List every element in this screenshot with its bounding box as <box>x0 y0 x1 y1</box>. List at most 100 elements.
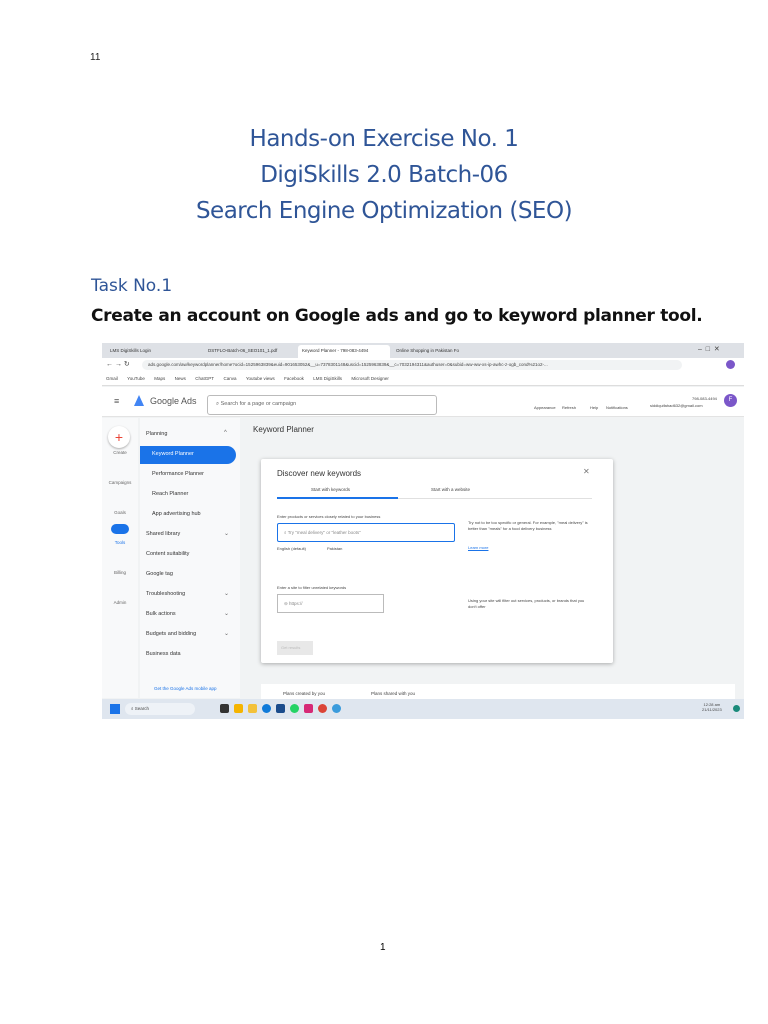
whatsapp-icon[interactable] <box>290 704 299 713</box>
page-title: Keyword Planner <box>253 425 314 434</box>
bookmark[interactable]: Maps <box>154 376 165 381</box>
title-line-3: Search Engine Optimization (SEO) <box>195 198 573 224</box>
weather-icon[interactable] <box>234 704 243 713</box>
dialog-title: Discover new keywords <box>277 469 362 478</box>
taskbar-apps <box>220 704 346 713</box>
nav-bulk-actions[interactable]: Bulk actions <box>146 611 176 617</box>
plans-panel: Plans created by you Plans shared with y… <box>261 684 735 699</box>
clock[interactable]: 12:28 am 21/11/2023 <box>702 702 722 712</box>
address-bar-row: ← → ↻ ads.google.com/aw/keywordplanner/h… <box>102 358 744 372</box>
left-rail: + Create Campaigns Goals Tools Billing A… <box>102 418 138 698</box>
keywords-placeholder: Try "meal delivery" or "leather boots" <box>287 530 361 535</box>
taskbar-search[interactable]: ⌕ Search <box>125 703 195 715</box>
bookmark[interactable]: Facebook <box>284 376 304 381</box>
task-label: Task No.1 <box>91 276 173 296</box>
nav-arrows-icon[interactable]: ← → ↻ <box>106 360 130 368</box>
title-line-1: Hands-on Exercise No. 1 <box>249 126 519 152</box>
window-controls-icon[interactable]: – □ ✕ <box>698 345 720 353</box>
site-filter-input[interactable]: ⊖ https:// <box>277 594 384 613</box>
bookmarks-bar: Gmail YouTube Maps News ChatGPT Canva Yo… <box>102 372 744 386</box>
tab-start-with-keywords[interactable]: Start with keywords <box>311 487 350 492</box>
browser-tab-active[interactable]: Keyword Planner - 798-083-4494 <box>298 345 390 358</box>
instagram-icon[interactable] <box>304 704 313 713</box>
bookmark[interactable]: Microsoft Designer <box>351 376 389 381</box>
notifications-button[interactable]: Notifications <box>606 405 628 410</box>
nav-shared-library[interactable]: Shared library <box>146 531 180 537</box>
bookmark[interactable]: LMS DigiSkills <box>313 376 342 381</box>
tools-icon[interactable] <box>111 524 129 534</box>
store-icon[interactable] <box>276 704 285 713</box>
keywords-hint: Try not to be too specific or general. F… <box>468 520 588 531</box>
tab-start-with-website[interactable]: Start with a website <box>431 487 470 492</box>
close-icon[interactable]: ✕ <box>583 467 590 476</box>
screenshot: LMS DigiSkills Login DSTFLO-Batch-06_SEO… <box>102 343 744 719</box>
app-icon[interactable] <box>332 704 341 713</box>
nav-performance-planner[interactable]: Performance Planner <box>152 471 204 477</box>
notification-icon[interactable] <box>733 705 740 712</box>
site-filter-hint: Using your site will filter out services… <box>468 598 585 609</box>
help-button[interactable]: Help <box>590 405 598 410</box>
chevron-down-icon[interactable]: ⌄ <box>224 590 229 597</box>
file-explorer-icon[interactable] <box>248 704 257 713</box>
site-filter-label: Enter a site to filter unrelated keyword… <box>277 585 347 590</box>
rail-billing[interactable]: Billing <box>102 570 138 575</box>
avatar[interactable]: F <box>724 394 737 407</box>
bookmark[interactable]: ChatGPT <box>195 376 214 381</box>
browser-tab[interactable]: LMS DigiSkills Login <box>106 345 202 358</box>
nav-business-data[interactable]: Business data <box>146 651 181 657</box>
start-icon[interactable] <box>110 704 120 714</box>
taskbar-search-label: Search <box>134 706 150 711</box>
search-input[interactable]: ⌕ Search for a page or campaign <box>207 395 437 415</box>
appearance-button[interactable]: Appearance <box>534 405 556 410</box>
rail-admin[interactable]: Admin <box>102 600 138 605</box>
language-selector[interactable]: English (default) <box>277 546 306 551</box>
chevron-down-icon[interactable]: ⌄ <box>224 530 229 537</box>
chrome-icon[interactable] <box>318 704 327 713</box>
nav-content-suitability[interactable]: Content suitability <box>146 551 189 557</box>
google-ads-logo-icon <box>134 395 144 406</box>
rail-tools[interactable]: Tools <box>102 540 138 545</box>
get-results-button[interactable]: Get results <box>277 641 313 655</box>
menu-icon[interactable]: ≡ <box>114 396 119 406</box>
url-field[interactable]: ads.google.com/aw/keywordplanner/home?oc… <box>142 360 682 370</box>
tab-plans-created[interactable]: Plans created by you <box>283 691 325 696</box>
profile-avatar-icon[interactable] <box>726 360 735 369</box>
mobile-app-link[interactable]: Get the Google Ads mobile app <box>154 686 217 691</box>
tab-divider <box>398 498 592 499</box>
rail-create[interactable]: Create <box>102 450 138 455</box>
ads-header: ≡ Google Ads ⌕ Search for a page or camp… <box>102 387 744 417</box>
chevron-down-icon[interactable]: ⌄ <box>224 610 229 617</box>
location-selector[interactable]: Pakistan <box>327 546 342 551</box>
bookmark[interactable]: YouTube <box>127 376 145 381</box>
bookmark[interactable]: Youtube views <box>246 376 275 381</box>
browser-tab[interactable]: Online Shopping in Pakistan Fo <box>392 345 484 358</box>
taskview-icon[interactable] <box>220 704 229 713</box>
bookmark[interactable]: Gmail <box>106 376 118 381</box>
refresh-button[interactable]: Refresh <box>562 405 576 410</box>
keywords-input[interactable]: ⌕ Try "meal delivery" or "leather boots" <box>277 523 455 542</box>
account-id: 798-083-4494 <box>692 396 717 401</box>
browser-tab-bar: LMS DigiSkills Login DSTFLO-Batch-06_SEO… <box>102 343 744 358</box>
page-header-number: 11 <box>90 52 101 63</box>
nav-google-tag[interactable]: Google tag <box>146 571 173 577</box>
tab-plans-shared[interactable]: Plans shared with you <box>371 691 415 696</box>
site-placeholder: https:// <box>289 601 303 606</box>
chevron-up-icon[interactable]: ^ <box>224 430 227 436</box>
nav-troubleshooting[interactable]: Troubleshooting <box>146 591 185 597</box>
edge-icon[interactable] <box>262 704 271 713</box>
nav-app-advertising-hub[interactable]: App advertising hub <box>152 511 201 517</box>
browser-tab[interactable]: DSTFLO-Batch-06_SEO101_1.pdf <box>204 345 296 358</box>
chevron-down-icon[interactable]: ⌄ <box>224 630 229 637</box>
nav-budgets-and-bidding[interactable]: Budgets and bidding <box>146 631 196 637</box>
bookmark[interactable]: News <box>175 376 186 381</box>
nav-planning[interactable]: Planning <box>146 431 167 437</box>
nav-reach-planner[interactable]: Reach Planner <box>152 491 188 497</box>
active-tab-indicator <box>277 497 398 499</box>
create-plus-icon[interactable]: + <box>108 426 130 448</box>
rail-campaigns[interactable]: Campaigns <box>102 480 138 485</box>
keywords-label: Enter products or services closely relat… <box>277 514 381 519</box>
nav-keyword-planner[interactable]: Keyword Planner <box>140 446 236 464</box>
rail-goals[interactable]: Goals <box>102 510 138 515</box>
bookmark[interactable]: Canva <box>223 376 236 381</box>
learn-more-link[interactable]: Learn more <box>468 545 488 550</box>
